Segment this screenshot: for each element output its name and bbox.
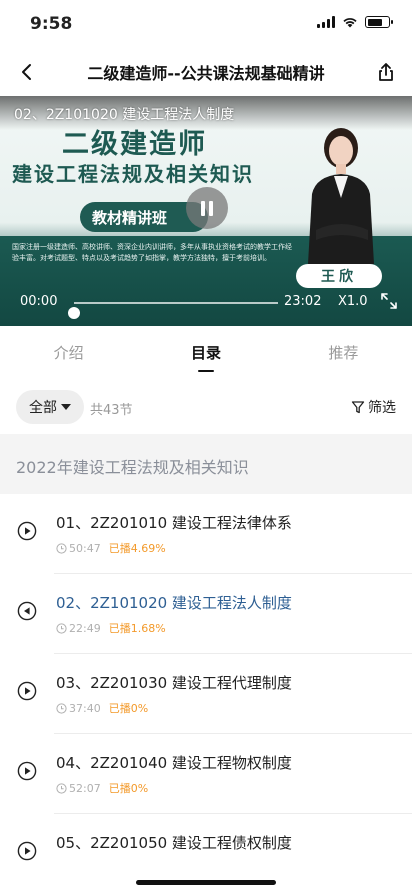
poster-title: 二级建造师	[62, 129, 207, 160]
tab-catalog[interactable]: 目录	[137, 326, 274, 378]
battery-icon	[365, 16, 393, 28]
fullscreen-icon[interactable]	[380, 292, 398, 310]
lesson-meta: 22:49 已播1.68%	[56, 620, 166, 636]
poster-subtitle: 建设工程法规及相关知识	[12, 162, 254, 186]
progress-bar[interactable]	[68, 302, 278, 319]
lesson-count: 共43节	[90, 403, 133, 418]
lesson-progress: 已播1.68%	[108, 622, 166, 635]
tab-recommend[interactable]: 推荐	[275, 326, 412, 378]
all-dropdown[interactable]: 全部	[16, 390, 84, 424]
lesson-duration: 37:40	[56, 702, 101, 715]
signal-icon	[317, 16, 335, 28]
poster-description: 国家注册一级建造师、高校讲师、资深企业内训讲师，多年从事执业资格考试的教学工作经…	[12, 243, 292, 262]
chevron-left-icon	[22, 64, 31, 80]
lesson-list: 01、2Z201010 建设工程法律体系 50:47 已播4.69% 02、2Z…	[0, 494, 412, 894]
clock-icon	[56, 702, 67, 714]
teacher-name: 王欣	[296, 264, 382, 288]
lesson-title: 03、2Z201030 建设工程代理制度	[56, 674, 292, 692]
lesson-item[interactable]: 04、2Z201040 建设工程物权制度 52:07 已播0%	[0, 734, 412, 814]
share-button[interactable]	[374, 60, 398, 84]
lesson-meta: 52:07 已播0%	[56, 780, 148, 796]
pause-icon	[201, 200, 205, 216]
lesson-meta: 50:47 已播4.69%	[56, 540, 166, 556]
wifi-icon	[343, 18, 357, 28]
speed-button[interactable]: X1.0	[338, 294, 368, 309]
lesson-item[interactable]: 02、2Z101020 建设工程法人制度 22:49 已播1.68%	[0, 574, 412, 654]
play-icon[interactable]	[17, 681, 37, 701]
filter-icon	[351, 401, 365, 414]
playing-icon[interactable]	[17, 601, 37, 621]
lesson-progress: 已播0%	[108, 782, 149, 795]
lesson-progress: 已播0%	[108, 702, 149, 715]
total-time: 23:02	[284, 294, 322, 309]
video-caption: 02、2Z101020 建设工程法人制度	[14, 107, 235, 123]
current-time: 00:00	[20, 294, 58, 309]
back-button[interactable]	[14, 60, 38, 84]
filter-row: 全部 共43节 筛选	[0, 388, 412, 428]
lesson-progress: 已播4.69%	[108, 542, 166, 555]
lesson-item[interactable]: 03、2Z201030 建设工程代理制度 37:40 已播0%	[0, 654, 412, 734]
progress-knob[interactable]	[68, 307, 80, 319]
pause-button[interactable]	[186, 187, 228, 229]
play-icon[interactable]	[17, 761, 37, 781]
clock-icon	[56, 542, 67, 554]
lesson-title: 01、2Z201010 建设工程法律体系	[56, 514, 292, 532]
status-bar: 9:58	[0, 0, 412, 48]
tab-intro[interactable]: 介绍	[0, 326, 137, 378]
page-title: 二级建造师--公共课法规基础精讲	[87, 64, 325, 83]
caret-down-icon	[61, 404, 71, 410]
all-dropdown-label: 全部	[29, 400, 57, 416]
status-icons	[317, 16, 393, 28]
filter-button[interactable]: 筛选	[351, 397, 396, 417]
tab-bar: 介绍 目录 推荐	[0, 326, 412, 378]
lesson-duration: 52:07	[56, 782, 101, 795]
nav-bar: 二级建造师--公共课法规基础精讲	[0, 48, 412, 96]
lesson-title: 05、2Z201050 建设工程债权制度	[56, 834, 292, 852]
section-title: 2022年建设工程法规及相关知识	[16, 458, 249, 477]
play-icon[interactable]	[17, 521, 37, 541]
play-icon[interactable]	[17, 841, 37, 861]
player-controls: 00:00 23:02 X1.0	[0, 292, 412, 319]
share-icon	[379, 63, 393, 81]
status-time: 9:58	[30, 14, 73, 34]
lesson-title: 02、2Z101020 建设工程法人制度	[56, 594, 292, 612]
clock-icon	[56, 622, 67, 634]
lesson-duration: 22:49	[56, 622, 101, 635]
lesson-title: 04、2Z201040 建设工程物权制度	[56, 754, 292, 772]
filter-label: 筛选	[368, 400, 396, 416]
lesson-meta: 37:40 已播0%	[56, 700, 148, 716]
lesson-duration: 50:47	[56, 542, 101, 555]
teacher-photo	[308, 128, 374, 264]
clock-icon	[56, 782, 67, 794]
lesson-item[interactable]: 01、2Z201010 建设工程法律体系 50:47 已播4.69%	[0, 494, 412, 574]
video-player[interactable]: 02、2Z101020 建设工程法人制度 二级建造师 建设工程法规及相关知识 教…	[0, 96, 412, 326]
home-indicator	[136, 880, 276, 885]
section-header: 2022年建设工程法规及相关知识	[0, 434, 412, 494]
